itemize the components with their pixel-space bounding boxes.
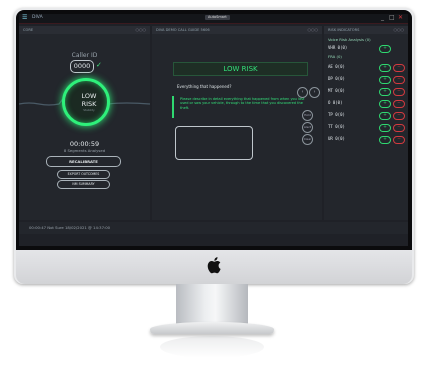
indicator-label: VHR bbox=[328, 45, 336, 50]
indicator-label: TT bbox=[328, 124, 333, 129]
call-timer: 00:00:59 bbox=[69, 140, 100, 148]
decrement-button[interactable]: − bbox=[393, 124, 405, 132]
indicator-value: 0(0) bbox=[332, 100, 343, 105]
indicator-value: 0(0) bbox=[335, 88, 345, 93]
call-guide-header: DIVA DEMO CALL GUIDE 5606 ○○○ bbox=[152, 26, 322, 34]
indicator-row: TP 0(0) bbox=[328, 112, 345, 117]
recalibrate-button[interactable]: RECALIBRATE bbox=[46, 156, 121, 167]
core-panel-header: CORE ○○○ bbox=[19, 26, 150, 34]
imac-stand-foot bbox=[150, 322, 274, 334]
increment-button[interactable]: + bbox=[379, 100, 391, 108]
summary-button[interactable]: NM SUMMARY bbox=[57, 180, 110, 189]
question-heading: Everything that happened? bbox=[177, 84, 232, 89]
fra-title: FRA (0) bbox=[328, 54, 342, 59]
risk-gauge: LOW RISK Stability bbox=[62, 78, 110, 126]
indicator-row: AE 0(0) bbox=[328, 64, 345, 69]
indicator-label: O bbox=[328, 100, 331, 105]
prompt-box: Please describe in detail everything tha… bbox=[172, 96, 313, 118]
decrement-button[interactable]: − bbox=[393, 64, 405, 72]
decrement-button[interactable]: − bbox=[393, 76, 405, 84]
risk-indicators-title: RISK INDICATORS bbox=[328, 28, 360, 32]
indicator-row: DP 0(0) bbox=[328, 76, 345, 81]
indicator-value: 0(0) bbox=[337, 45, 348, 50]
status-bar: 00:00:47 Not Sure 18/02/2021 @ 14:37:00 … bbox=[19, 222, 408, 234]
check-icon: ✓ bbox=[96, 61, 102, 69]
increment-button[interactable]: + bbox=[379, 112, 391, 120]
status-text: 00:00:47 Not Sure 18/02/2021 @ 14:37:00 bbox=[29, 225, 111, 230]
more-options-icon[interactable]: ○○○ bbox=[394, 26, 404, 34]
increment-button[interactable]: + bbox=[379, 88, 391, 96]
risk-indicators-header: RISK INDICATORS ○○○ bbox=[324, 26, 408, 34]
indicator-value: 0(0) bbox=[335, 136, 345, 141]
app-title: DIVA bbox=[32, 15, 43, 20]
call-guide-panel: DIVA DEMO CALL GUIDE 5606 ○○○ LOW RISK E… bbox=[152, 26, 322, 220]
indicator-label: MT bbox=[328, 88, 333, 93]
indicator-row: UR 0(0) bbox=[328, 136, 345, 141]
center-badge: AutoSmart bbox=[205, 15, 230, 20]
more-options-icon[interactable]: ○○○ bbox=[136, 26, 146, 34]
indicator-label: AE bbox=[328, 64, 333, 69]
indicator-label: DP bbox=[328, 76, 333, 81]
app-screen: ☰ DIVA AutoSmart _ □ ✕ CORE ○○○ Caller I… bbox=[19, 14, 408, 246]
decrement-button[interactable]: − bbox=[393, 88, 405, 96]
call-guide-title: DIVA DEMO CALL GUIDE 5606 bbox=[156, 28, 210, 32]
indicator-label: TP bbox=[328, 112, 333, 117]
answer-textarea[interactable] bbox=[175, 126, 253, 160]
stand-reflection bbox=[160, 336, 264, 358]
hamburger-icon[interactable]: ☰ bbox=[22, 15, 28, 21]
caller-id-label: Caller ID bbox=[71, 52, 98, 59]
apple-logo-icon bbox=[207, 257, 221, 274]
indicator-value: 0(0) bbox=[335, 76, 345, 81]
risk-subtitle: Stability bbox=[83, 108, 95, 112]
maximize-button[interactable]: □ bbox=[389, 14, 395, 22]
increment-button[interactable]: + bbox=[379, 76, 391, 84]
indicator-row: O 0(0) bbox=[328, 100, 342, 105]
risk-level-line2: RISK bbox=[81, 99, 97, 108]
voice-analysis-title: Voice Risk Analysis (0) bbox=[328, 37, 371, 42]
increment-button[interactable]: + bbox=[379, 64, 391, 72]
segments-analysed: 8 Segments Analysed bbox=[63, 148, 106, 153]
decrement-button[interactable]: − bbox=[393, 100, 405, 108]
core-panel-title: CORE bbox=[23, 28, 34, 32]
indicator-label: UR bbox=[328, 136, 333, 141]
title-bar: ☰ DIVA AutoSmart _ □ ✕ bbox=[19, 14, 408, 24]
more-options-icon[interactable]: ○○○ bbox=[308, 26, 318, 34]
indicator-row: TT 0(0) bbox=[328, 124, 345, 129]
risk-level-text: LOW RISK bbox=[65, 92, 113, 108]
clear-button[interactable]: Clear bbox=[302, 134, 313, 145]
alert-button[interactable]: Alert bbox=[302, 122, 313, 133]
indicator-value: 0(0) bbox=[335, 64, 345, 69]
decrement-button[interactable]: − bbox=[393, 112, 405, 120]
increment-button[interactable]: + bbox=[379, 45, 391, 53]
increment-button[interactable]: + bbox=[379, 124, 391, 132]
imac-stand-neck bbox=[176, 284, 248, 324]
indicator-row: MT 0(0) bbox=[328, 88, 345, 93]
hold-button[interactable]: Hold bbox=[302, 110, 313, 121]
increment-button[interactable]: + bbox=[379, 136, 391, 144]
indicator-row: VHR 0(0) bbox=[328, 45, 347, 50]
minimize-button[interactable]: _ bbox=[381, 14, 384, 22]
indicator-value: 0(0) bbox=[335, 124, 345, 129]
question-prompt: Please describe in detail everything tha… bbox=[180, 97, 305, 110]
risk-indicators-panel: RISK INDICATORS ○○○ Voice Risk Analysis … bbox=[324, 26, 408, 220]
caller-id-field[interactable]: 0000 bbox=[70, 60, 94, 73]
risk-banner: LOW RISK bbox=[173, 62, 308, 76]
decrement-button[interactable]: − bbox=[393, 136, 405, 144]
close-button[interactable]: ✕ bbox=[398, 14, 403, 22]
indicator-value: 0(0) bbox=[335, 112, 345, 117]
export-outcomes-button[interactable]: EXPORT OUTCOMES bbox=[57, 170, 110, 179]
